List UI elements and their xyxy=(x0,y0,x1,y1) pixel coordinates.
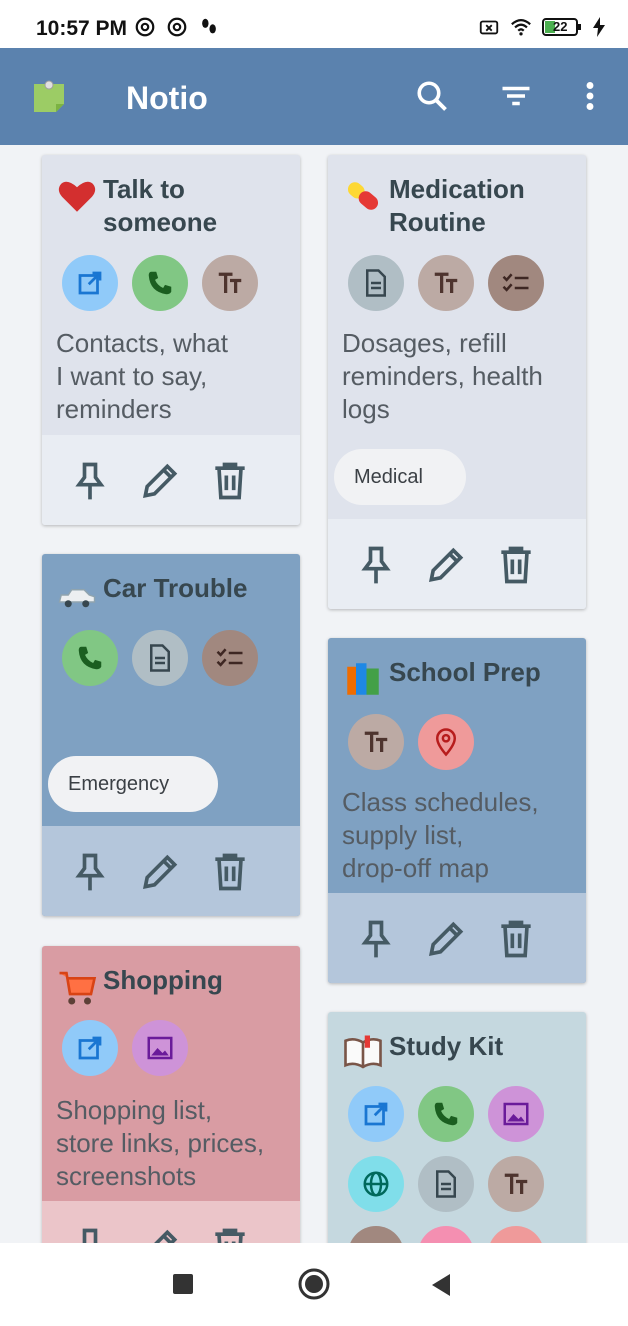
books-icon xyxy=(347,663,379,695)
more-options-icon[interactable] xyxy=(572,78,608,114)
note-card[interactable]: Shopping Shopping list, store links, pric… xyxy=(42,946,300,1243)
system-nav-bar xyxy=(0,1243,628,1326)
app-title: Notio xyxy=(126,80,208,116)
open-link-icon xyxy=(62,255,118,311)
home-button[interactable] xyxy=(297,1267,331,1301)
phone-icon xyxy=(132,255,188,311)
note-title: Medication Routine xyxy=(389,174,525,237)
notes-grid: Talk to someone Contacts, what I want to s… xyxy=(0,145,628,1243)
note-description: Dosages, refill reminders, health logs xyxy=(342,328,543,424)
edit-pencil-icon[interactable] xyxy=(138,1225,182,1243)
car-icon xyxy=(58,589,96,608)
pin-icon[interactable] xyxy=(68,459,112,503)
location-pin-icon xyxy=(488,1226,544,1243)
tag-chip[interactable]: Medical xyxy=(334,449,466,505)
note-card[interactable]: Study Kit xyxy=(328,1012,586,1243)
note-description: Shopping list, store links, prices, screen… xyxy=(56,1095,265,1191)
note-description: Class schedules, supply list, drop-off map xyxy=(342,787,539,883)
edit-pencil-icon[interactable] xyxy=(424,543,468,587)
filter-icon[interactable] xyxy=(498,78,534,114)
shopping-cart-icon xyxy=(59,971,97,1005)
phone-icon xyxy=(62,630,118,686)
edit-pencil-icon[interactable] xyxy=(424,917,468,961)
text-format-icon xyxy=(348,714,404,770)
note-title: Study Kit xyxy=(389,1031,504,1061)
pin-icon[interactable] xyxy=(68,1225,112,1243)
battery-indicator: 22 xyxy=(542,17,582,37)
note-actions xyxy=(42,826,300,916)
document-icon xyxy=(132,630,188,686)
recent-apps-button[interactable] xyxy=(172,1273,194,1295)
note-title: Shopping xyxy=(103,965,223,995)
open-link-icon xyxy=(348,1086,404,1142)
status-bar: 10:57 PM 22 xyxy=(0,0,628,48)
heart-icon xyxy=(58,181,96,212)
draw-icon xyxy=(418,1226,474,1243)
checklist-icon xyxy=(348,1226,404,1243)
note-description: Contacts, what I want to say, reminders xyxy=(56,328,228,424)
checklist-icon xyxy=(202,630,258,686)
document-icon xyxy=(348,255,404,311)
pill-icon xyxy=(347,182,379,210)
status-time: 10:57 PM xyxy=(36,17,128,40)
back-button[interactable] xyxy=(430,1273,452,1297)
tag-chip[interactable]: Emergency xyxy=(48,756,218,812)
image-icon xyxy=(132,1020,188,1076)
pin-icon[interactable] xyxy=(354,917,398,961)
note-card[interactable]: Car Trouble Emergency xyxy=(42,554,300,916)
note-actions xyxy=(328,519,586,609)
note-actions xyxy=(328,893,586,983)
note-actions xyxy=(42,1201,300,1243)
note-actions xyxy=(42,435,300,525)
delete-trash-icon[interactable] xyxy=(494,543,538,587)
location-pin-icon xyxy=(418,714,474,770)
open-link-icon xyxy=(62,1020,118,1076)
edit-pencil-icon[interactable] xyxy=(138,850,182,894)
note-title: Car Trouble xyxy=(103,573,248,603)
checklist-icon xyxy=(488,255,544,311)
text-format-icon xyxy=(488,1156,544,1212)
delete-trash-icon[interactable] xyxy=(208,850,252,894)
note-card[interactable]: Medication Routine Dosages, refill reminde… xyxy=(328,155,586,609)
footsteps-icon xyxy=(202,18,216,34)
text-format-icon xyxy=(418,255,474,311)
open-book-icon xyxy=(344,1035,382,1069)
note-card[interactable]: School Prep Class schedules, supply list,… xyxy=(328,638,586,983)
pin-icon[interactable] xyxy=(354,543,398,587)
document-icon xyxy=(418,1156,474,1212)
phone-icon xyxy=(418,1086,474,1142)
search-icon[interactable] xyxy=(414,78,450,114)
delete-trash-icon[interactable] xyxy=(494,917,538,961)
charging-icon xyxy=(593,17,605,37)
text-format-icon xyxy=(202,255,258,311)
note-title: Talk to someone xyxy=(103,174,218,237)
note-title: School Prep xyxy=(389,657,541,687)
delete-trash-icon[interactable] xyxy=(208,459,252,503)
at-sign-icon xyxy=(167,17,187,37)
app-logo-icon xyxy=(34,80,64,112)
no-sim-icon xyxy=(479,20,499,35)
at-sign-icon xyxy=(135,17,155,37)
pin-icon[interactable] xyxy=(68,850,112,894)
image-icon xyxy=(488,1086,544,1142)
globe-icon xyxy=(348,1156,404,1212)
delete-trash-icon[interactable] xyxy=(208,1225,252,1243)
note-card[interactable]: Talk to someone Contacts, what I want to s… xyxy=(42,155,300,525)
battery-level: 22 xyxy=(553,19,568,34)
wifi-icon xyxy=(511,19,531,36)
edit-pencil-icon[interactable] xyxy=(138,459,182,503)
